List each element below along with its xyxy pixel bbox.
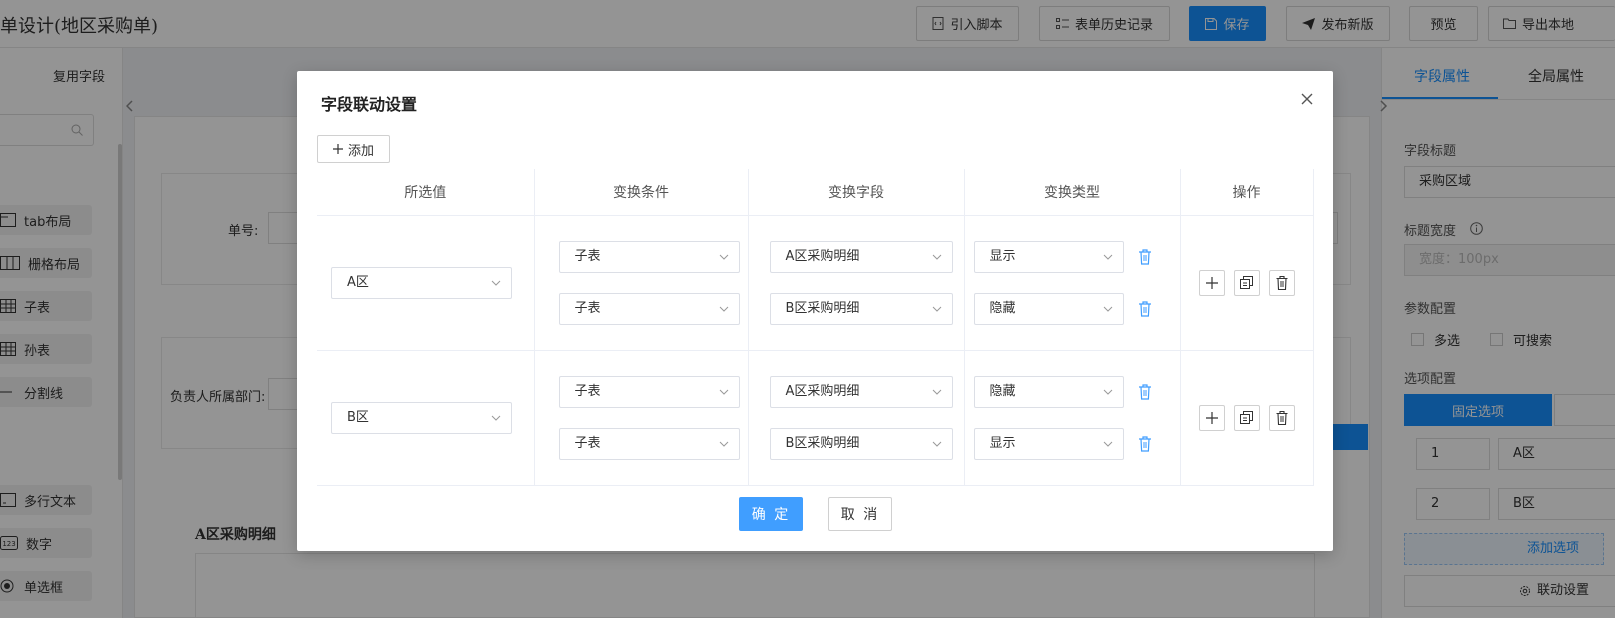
linkage-table: 所选值 变换条件 变换字段 变换类型 操作 A区 子表 子表 A区采购明细 B区… — [317, 169, 1314, 486]
plus-icon — [1205, 411, 1218, 424]
condition-select[interactable]: 子表 — [558, 375, 740, 408]
delete-row-button[interactable] — [1268, 269, 1295, 296]
close-button[interactable] — [1297, 89, 1317, 109]
chevron-down-icon — [719, 389, 728, 395]
chevron-down-icon — [932, 254, 941, 260]
header-actions: 操作 — [1180, 169, 1314, 216]
chevron-down-icon — [491, 280, 500, 286]
close-icon — [1301, 93, 1313, 105]
header-target-field: 变换字段 — [748, 169, 965, 216]
header-transform-type: 变换类型 — [964, 169, 1181, 216]
copy-icon — [1240, 411, 1253, 424]
add-rule-button[interactable]: 添加 — [317, 135, 390, 163]
plus-icon — [332, 144, 343, 154]
target-field-select[interactable]: A区采购明细 — [769, 240, 953, 273]
selected-value-select[interactable]: A区 — [331, 266, 512, 299]
trash-icon — [1276, 275, 1287, 290]
chevron-down-icon — [932, 306, 941, 312]
copy-row-button[interactable] — [1233, 269, 1260, 296]
condition-select[interactable]: 子表 — [558, 292, 740, 325]
delete-rule-icon[interactable] — [1138, 300, 1152, 317]
selected-value-select[interactable]: B区 — [331, 401, 512, 434]
condition-select[interactable]: 子表 — [558, 427, 740, 460]
delete-row-button[interactable] — [1268, 404, 1295, 431]
chevron-down-icon — [1103, 254, 1112, 260]
chevron-down-icon — [1103, 306, 1112, 312]
copy-row-button[interactable] — [1233, 404, 1260, 431]
table-row: A区 子表 子表 A区采购明细 B区采购明细 显示 隐藏 — [317, 215, 1314, 351]
dialog-title: 字段联动设置 — [321, 95, 418, 114]
plus-icon — [1205, 276, 1218, 289]
table-header-row: 所选值 变换条件 变换字段 变换类型 操作 — [317, 169, 1314, 216]
chevron-down-icon — [719, 254, 728, 260]
target-field-select[interactable]: B区采购明细 — [769, 292, 953, 325]
chevron-down-icon — [719, 306, 728, 312]
confirm-button[interactable]: 确 定 — [739, 497, 803, 531]
transform-type-select[interactable]: 隐藏 — [973, 375, 1124, 408]
delete-rule-icon[interactable] — [1138, 248, 1152, 265]
chevron-down-icon — [491, 415, 500, 421]
delete-rule-icon[interactable] — [1138, 383, 1152, 400]
delete-rule-icon[interactable] — [1138, 435, 1152, 452]
transform-type-select[interactable]: 显示 — [973, 240, 1124, 273]
condition-select[interactable]: 子表 — [558, 240, 740, 273]
add-row-button[interactable] — [1198, 269, 1225, 296]
target-field-select[interactable]: B区采购明细 — [769, 427, 953, 460]
transform-type-select[interactable]: 显示 — [973, 427, 1124, 460]
field-linkage-dialog: 字段联动设置 添加 所选值 变换条件 变换字段 变换类型 操作 A区 子表 子表… — [297, 71, 1333, 551]
copy-icon — [1240, 276, 1253, 289]
add-row-button[interactable] — [1198, 404, 1225, 431]
header-condition: 变换条件 — [534, 169, 749, 216]
header-selected-value: 所选值 — [317, 169, 535, 216]
table-row: B区 子表 子表 A区采购明细 B区采购明细 隐藏 显示 — [317, 350, 1314, 486]
chevron-down-icon — [1103, 441, 1112, 447]
trash-icon — [1276, 410, 1287, 425]
chevron-down-icon — [932, 441, 941, 447]
chevron-down-icon — [1103, 389, 1112, 395]
cancel-button[interactable]: 取 消 — [828, 497, 892, 531]
chevron-down-icon — [719, 441, 728, 447]
transform-type-select[interactable]: 隐藏 — [973, 292, 1124, 325]
target-field-select[interactable]: A区采购明细 — [769, 375, 953, 408]
chevron-down-icon — [932, 389, 941, 395]
